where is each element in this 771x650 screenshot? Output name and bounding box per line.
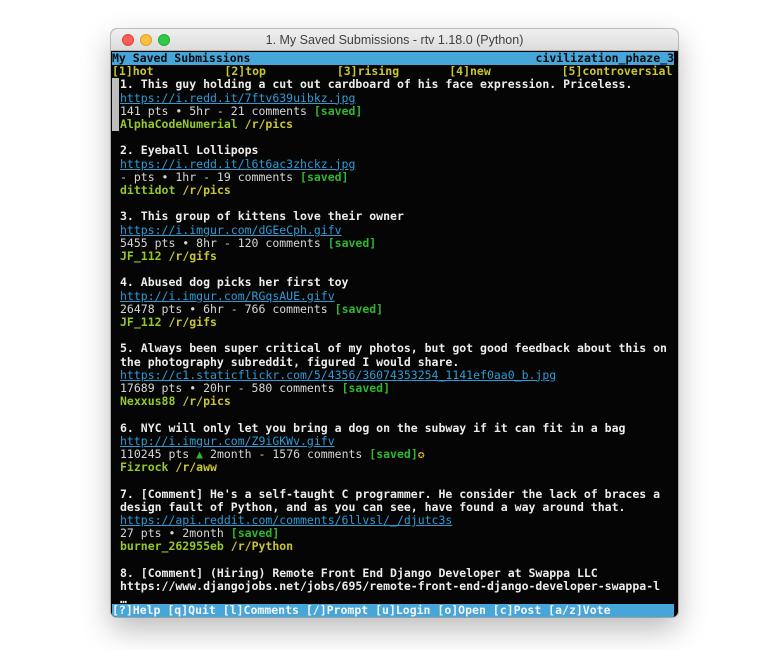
- menu-item-new[interactable]: [4]new: [449, 65, 561, 78]
- menu-item-rising[interactable]: [3]rising: [337, 65, 449, 78]
- post-author: Nexxus88 /r/pics: [120, 395, 678, 408]
- post-item[interactable]: 8. [Comment] (Hiring) Remote Front End D…: [112, 567, 678, 604]
- post-ellipsis: …: [120, 593, 678, 604]
- logged-in-username: civilization_phaze_3: [536, 52, 674, 65]
- post-url[interactable]: https://www.djangojobs.net/jobs/695/remo…: [120, 580, 678, 593]
- menu-item-top[interactable]: [2]top: [224, 65, 336, 78]
- post-title: 7. [Comment] He's a self-taught C progra…: [120, 488, 678, 514]
- post-author: JF_112 /r/gifs: [120, 316, 678, 329]
- terminal-window: 1. My Saved Submissions - rtv 1.18.0 (Py…: [111, 29, 678, 617]
- window-titlebar[interactable]: 1. My Saved Submissions - rtv 1.18.0 (Py…: [111, 29, 678, 51]
- traffic-lights: [122, 34, 170, 46]
- post-item[interactable]: 7. [Comment] He's a self-taught C progra…: [112, 488, 678, 554]
- post-author: JF_112 /r/gifs: [120, 250, 678, 263]
- window-title: 1. My Saved Submissions - rtv 1.18.0 (Py…: [266, 33, 524, 47]
- post-author: dittidot /r/pics: [120, 184, 678, 197]
- menu-bar: [1]hot[2]top[3]rising[4]new[5]controvers…: [112, 65, 674, 78]
- menu-item-hot[interactable]: [1]hot: [112, 65, 224, 78]
- minimize-button[interactable]: [140, 34, 152, 46]
- terminal-screen[interactable]: My Saved Submissions civilization_phaze_…: [111, 52, 678, 617]
- post-list: 1. This guy holding a cut out cardboard …: [112, 78, 678, 603]
- post-item[interactable]: 4. Abused dog picks her first toyhttp://…: [112, 276, 678, 329]
- post-item[interactable]: 1. This guy holding a cut out cardboard …: [112, 78, 678, 131]
- post-author: AlphaCodeNumerial /r/pics: [120, 118, 678, 131]
- post-item[interactable]: 6. NYC will only let you bring a dog on …: [112, 422, 678, 475]
- status-header-bar: My Saved Submissions civilization_phaze_…: [112, 52, 674, 65]
- post-item[interactable]: 3. This group of kittens love their owne…: [112, 210, 678, 263]
- zoom-button[interactable]: [158, 34, 170, 46]
- page-title: My Saved Submissions: [112, 52, 250, 65]
- shortcut-help-text: [?]Help [q]Quit [l]Comments [/]Prompt [u…: [112, 604, 611, 617]
- menu-item-controversial[interactable]: [5]controversial: [562, 65, 674, 78]
- shortcut-help-bar: [?]Help [q]Quit [l]Comments [/]Prompt [u…: [112, 604, 674, 617]
- post-title: 5. Always been super critical of my phot…: [120, 342, 678, 368]
- post-author: Fizrock /r/aww: [120, 461, 678, 474]
- close-button[interactable]: [122, 34, 134, 46]
- post-item[interactable]: 5. Always been super critical of my phot…: [112, 342, 678, 408]
- post-item[interactable]: 2. Eyeball Lollipopshttps://i.redd.it/l6…: [112, 144, 678, 197]
- post-author: burner_262955eb /r/Python: [120, 540, 678, 553]
